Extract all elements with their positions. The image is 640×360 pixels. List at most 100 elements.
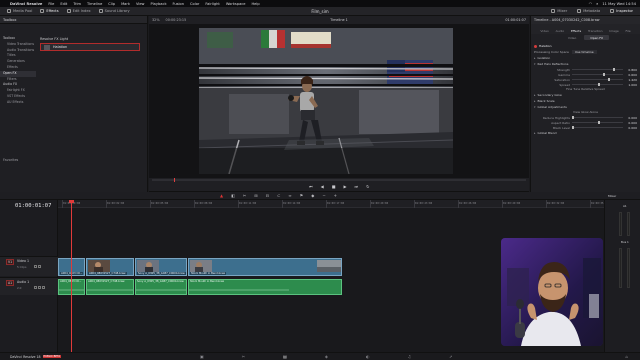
param-slider[interactable] — [572, 126, 623, 129]
loop-icon[interactable]: ↻ — [366, 184, 369, 189]
lock-icon[interactable] — [34, 265, 37, 268]
menu-view[interactable]: View — [136, 2, 145, 6]
menu-playback[interactable]: Playback — [150, 2, 166, 6]
menu-app-name[interactable]: DaVinci Resolve — [10, 2, 42, 6]
viewer-scrubber[interactable] — [152, 178, 526, 182]
search-icon[interactable]: ⌕ — [596, 1, 598, 6]
inspector-tab-audio[interactable]: Audio — [556, 29, 565, 34]
go-to-start-icon[interactable]: ⏮ — [309, 184, 313, 189]
param-slider[interactable] — [572, 121, 623, 124]
play-icon[interactable]: ▶ — [343, 184, 346, 189]
media-page-icon[interactable]: ▣ — [200, 354, 204, 359]
selection-tool-icon[interactable]: ▲ — [220, 193, 223, 198]
sound-library-button[interactable]: Sound Library — [95, 8, 134, 15]
param-value[interactable]: 0.000 — [623, 116, 637, 120]
menu-timeline[interactable]: Timeline — [87, 2, 102, 6]
menu-workspace[interactable]: Workspace — [226, 2, 246, 6]
fusion-page-icon[interactable]: ◈ — [325, 354, 328, 359]
wifi-icon[interactable]: ◠ — [589, 1, 593, 6]
param-slider[interactable] — [572, 78, 623, 81]
menu-fusion[interactable]: Fusion — [173, 2, 185, 6]
inspector-tab-file[interactable]: File — [626, 29, 631, 34]
subtab-video[interactable]: Video — [562, 35, 582, 40]
slider-knob[interactable] — [572, 116, 574, 119]
favorites-section[interactable]: Favorites — [0, 158, 18, 162]
inspector-tab-image[interactable]: Image — [609, 29, 618, 34]
slider-knob[interactable] — [602, 73, 605, 76]
mixer-button[interactable]: Mixer — [547, 8, 571, 15]
inspector-tab-transition[interactable]: Transition — [588, 29, 603, 34]
cut-page-icon[interactable]: ✂ — [242, 354, 245, 359]
video-clip[interactable]: Stock Mouth in Bend.braw — [188, 258, 342, 276]
effects-tree-item[interactable]: AU Effects — [0, 100, 36, 106]
project-manager-icon[interactable]: ⌂ — [625, 354, 628, 359]
metadata-button[interactable]: Metadata — [573, 8, 604, 15]
viewer[interactable] — [149, 24, 529, 178]
timeline-playhead[interactable] — [69, 200, 74, 352]
menu-help[interactable]: Help — [251, 2, 259, 6]
slider-knob[interactable] — [612, 68, 615, 71]
menu-color[interactable]: Color — [190, 2, 199, 6]
menu-edit[interactable]: Edit — [60, 2, 67, 6]
eye-icon[interactable] — [38, 265, 41, 268]
param-value[interactable]: 0.000 — [623, 126, 637, 130]
lock-icon[interactable] — [34, 286, 37, 289]
param-value[interactable]: 0.800 — [623, 68, 637, 72]
section-global-blend[interactable]: ▸ Global Blend — [534, 130, 637, 136]
slider-knob[interactable] — [597, 83, 600, 86]
param-slider[interactable] — [572, 116, 623, 119]
zoom-in-icon[interactable]: + — [334, 193, 337, 198]
snapping-icon[interactable]: ⊂ — [277, 193, 280, 198]
color-page-icon[interactable]: ◐ — [366, 354, 370, 359]
effects-button[interactable]: Effects — [36, 8, 62, 15]
link-icon[interactable]: ∞ — [288, 193, 291, 198]
param-value[interactable]: 0.600 — [623, 73, 637, 77]
audio-clip[interactable]: A004_08031527_C748.braw — [86, 279, 134, 295]
slider-knob[interactable] — [572, 126, 574, 129]
video-clip[interactable]: A004_08031527_C748.braw — [86, 258, 134, 276]
insert-clip-icon[interactable]: ⊞ — [254, 193, 257, 198]
param-value[interactable]: 1.420 — [623, 78, 637, 82]
go-to-end-icon[interactable]: ⏭ — [355, 184, 359, 189]
edit-page-icon[interactable]: ▤ — [283, 354, 287, 359]
edit-index-button[interactable]: Edit Index — [63, 8, 95, 15]
slider-knob[interactable] — [608, 78, 611, 81]
audio-clip[interactable]: Stock Mouth in Bend.braw — [188, 279, 342, 295]
effect-enabled-icon[interactable] — [534, 44, 537, 48]
marker-icon[interactable]: ◆ — [311, 193, 314, 198]
inspector-tab-video[interactable]: Video — [540, 29, 548, 34]
deliver-page-icon[interactable]: ➚ — [449, 354, 452, 359]
media-pool-button[interactable]: Media Pool — [3, 8, 36, 15]
timeline-ruler[interactable]: 01:00:00:0001:00:02:0001:00:05:0001:00:0… — [58, 200, 640, 208]
playhead-handle[interactable] — [69, 200, 74, 203]
param-value[interactable]: 1.000 — [623, 83, 637, 87]
solo-icon[interactable] — [38, 286, 41, 289]
video-clip[interactable]: Sony A_0305_38_G487_C0004.braw — [135, 258, 187, 276]
viewer-scrub-head[interactable] — [174, 178, 175, 182]
inspector-button[interactable]: Inspector — [606, 8, 637, 15]
inspector-tab-effects[interactable]: Effects — [571, 29, 581, 34]
flag-icon[interactable]: ⚑ — [300, 193, 304, 198]
param-value[interactable]: 0.000 — [623, 121, 637, 125]
subtab-open-fx[interactable]: Open FX — [584, 35, 610, 40]
menu-mark[interactable]: Mark — [121, 2, 130, 6]
trim-tool-icon[interactable]: ◧ — [231, 193, 235, 198]
menu-fairlight[interactable]: Fairlight — [205, 2, 219, 6]
menu-file[interactable]: File — [48, 2, 54, 6]
audio-clip[interactable]: Sony A_0305_38_G487_C0004.braw — [135, 279, 187, 295]
menubar-clock[interactable]: 11 May Wed 14:54 — [602, 2, 636, 6]
mute-icon[interactable] — [42, 286, 45, 289]
blade-tool-icon[interactable]: ✂ — [243, 193, 246, 198]
slider-knob[interactable] — [597, 121, 600, 124]
param-slider[interactable] — [572, 73, 623, 76]
menu-clip[interactable]: Clip — [108, 2, 115, 6]
audio-track-header[interactable]: A1 Audio 1 2.0 — [0, 277, 58, 295]
play-reverse-icon[interactable]: ◀ — [321, 184, 324, 189]
processing-select[interactable]: Use timeline — [571, 50, 597, 54]
menu-trim[interactable]: Trim — [73, 2, 81, 6]
stop-icon[interactable]: ■ — [332, 184, 336, 189]
zoom-out-icon[interactable]: − — [322, 193, 325, 198]
param-slider[interactable] — [572, 68, 623, 71]
overwrite-clip-icon[interactable]: ⊟ — [266, 193, 269, 198]
effect-item-halation[interactable]: Halation — [40, 43, 140, 51]
